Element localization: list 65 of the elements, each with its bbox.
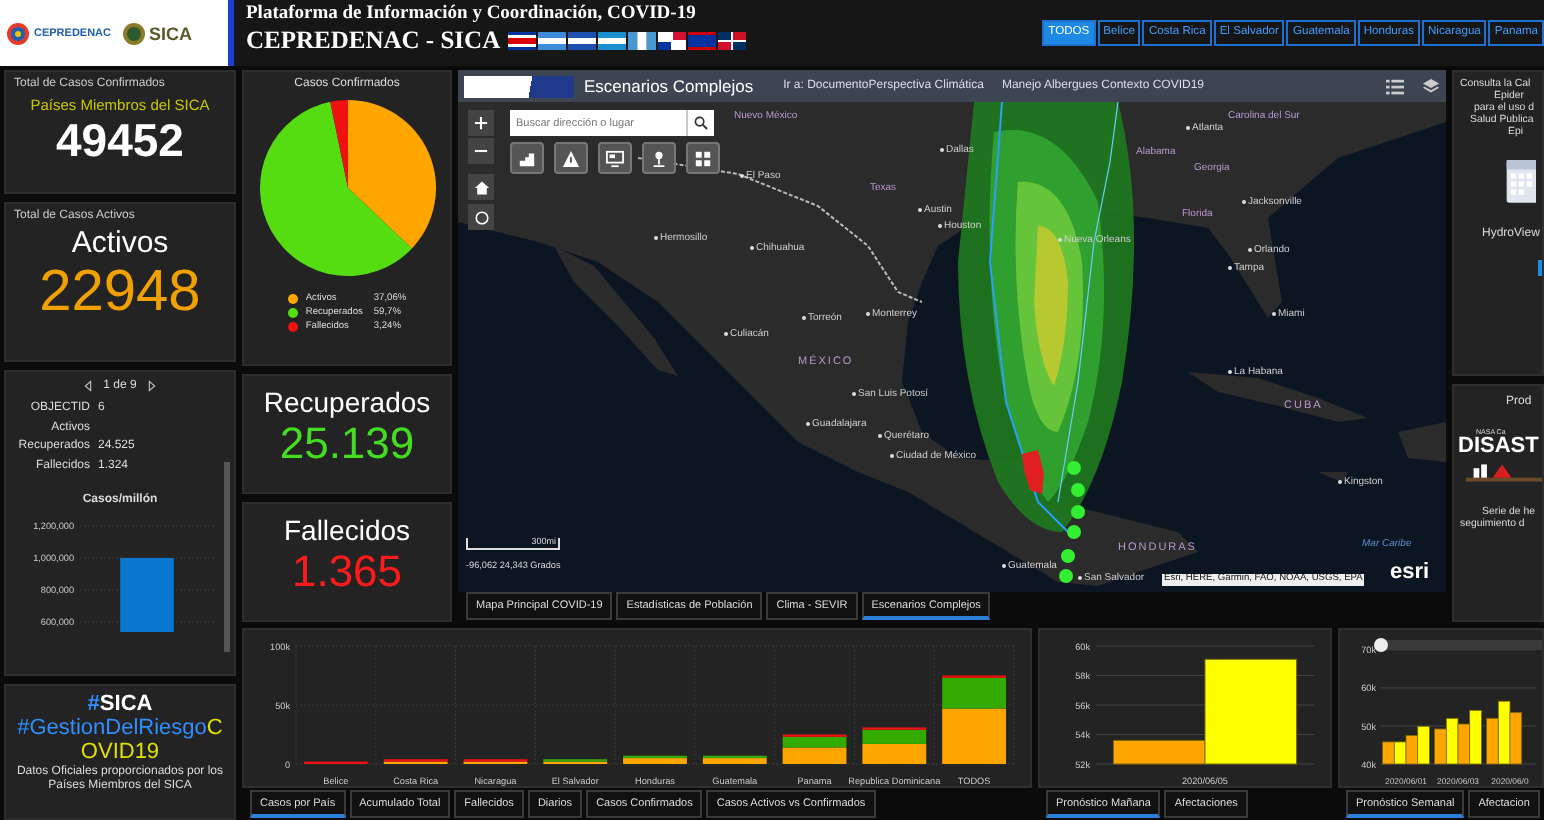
warning-tool-button[interactable] (554, 142, 588, 174)
range-slider[interactable] (1380, 640, 1542, 650)
next-icon[interactable] (148, 380, 157, 392)
monitor-icon (606, 149, 624, 167)
flag-icon (718, 32, 747, 50)
list-icon[interactable] (1386, 77, 1404, 95)
search-button[interactable] (686, 110, 714, 136)
point-marker (1067, 461, 1081, 475)
warning-area (1022, 450, 1044, 494)
scrollbar[interactable] (224, 462, 230, 652)
pin-icon (650, 149, 668, 167)
recovered-count: 25.139 (277, 418, 417, 470)
hashtag-text: #GestionDelRiesgoCOVID19 (15, 716, 225, 764)
bar (862, 743, 927, 764)
bar (782, 747, 847, 764)
zoom-in-button[interactable] (468, 110, 494, 136)
flag-icon (658, 32, 687, 50)
home-icon (473, 179, 489, 195)
home-button[interactable] (468, 174, 494, 200)
zoom-out-button[interactable] (468, 138, 494, 164)
active-count: 22948 (37, 260, 203, 324)
layers-icon[interactable] (1422, 77, 1440, 95)
point-marker (1071, 483, 1085, 497)
confirmed-count: 49452 (54, 114, 186, 168)
flag-icon (598, 32, 627, 50)
logo-text: SICA (149, 23, 193, 43)
point-marker (1071, 505, 1085, 519)
brand-logo-text: esri (1390, 560, 1430, 584)
flag-icon (568, 32, 597, 50)
flag-icon (688, 32, 717, 50)
map-title: Escenarios Complejos (584, 76, 754, 96)
step-chart-icon (518, 149, 536, 167)
platform-title: Plataforma de Información y Coordinación, COVID-19 (246, 4, 698, 24)
point-marker (1059, 569, 1073, 583)
platform-subtitle: CEPREDENAC - SICA (246, 26, 501, 56)
recovered-label: Recuperados (261, 386, 433, 418)
grid-icon (694, 149, 712, 167)
grid-tool-button[interactable] (686, 142, 720, 174)
screen-tool-button[interactable] (598, 142, 632, 174)
pin-tool-button[interactable] (642, 142, 676, 174)
calendar-icon[interactable] (1504, 156, 1536, 204)
flag-icon (538, 32, 567, 50)
locate-button[interactable] (468, 204, 494, 230)
minus-icon (474, 144, 488, 158)
flag-icon (628, 32, 657, 50)
seal-logo-icon (121, 21, 146, 45)
circle-icon (473, 209, 489, 225)
hashtag-text: #SICA (85, 692, 155, 716)
warning-icon (562, 149, 580, 167)
slider-handle[interactable] (1374, 638, 1388, 652)
search-icon (694, 116, 708, 130)
disaster-icon (1466, 462, 1542, 482)
point-marker (1067, 525, 1081, 539)
banner-image-placeholder (464, 75, 574, 97)
bar (120, 557, 174, 631)
plus-icon (474, 116, 488, 130)
previous-icon[interactable] (83, 380, 92, 392)
chart-tool-button[interactable] (510, 142, 544, 174)
deaths-label: Fallecidos (281, 514, 413, 546)
flag-icon (508, 32, 537, 50)
active-label: Activos (69, 226, 171, 260)
globe-logo-icon (6, 21, 30, 45)
point-marker (1061, 549, 1075, 563)
deaths-count: 1.365 (289, 546, 405, 598)
logo-text: DISAST (1456, 436, 1541, 458)
